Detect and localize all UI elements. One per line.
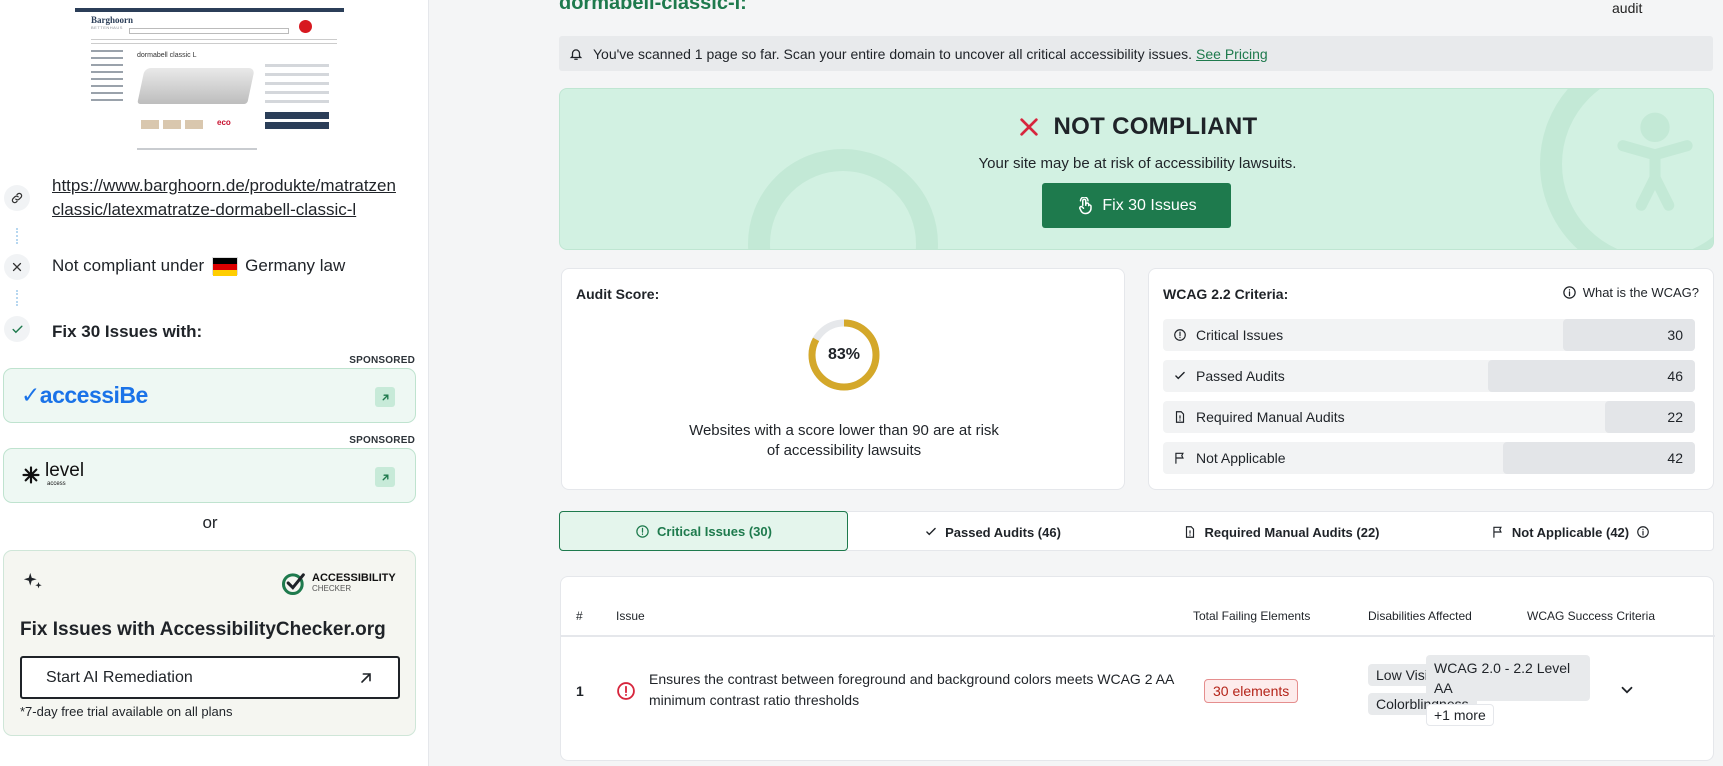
audited-url-link[interactable]: https://www.barghoorn.de/produkte/matrat…: [52, 174, 396, 222]
fix-with-heading: Fix 30 Issues with:: [52, 322, 203, 341]
criteria-row-not-applicable: Not Applicable 42: [1163, 442, 1695, 474]
flag-icon: [1493, 526, 1502, 538]
col-header-issue: Issue: [616, 609, 645, 623]
audit-score-card: Audit Score: 83% Websites with a score l…: [561, 268, 1125, 490]
page-title: dormabell-classic-l:: [559, 0, 747, 14]
fix-issues-button[interactable]: Fix 30 Issues: [1042, 183, 1231, 228]
sponsor-level-access[interactable]: level access: [3, 448, 416, 503]
criteria-row-critical: Critical Issues 30: [1163, 319, 1695, 351]
col-header-disabilities: Disabilities Affected: [1368, 609, 1472, 623]
col-header-wcag: WCAG Success Criteria: [1527, 609, 1656, 623]
tab-not-applicable[interactable]: Not Applicable (42): [1426, 512, 1715, 552]
external-link-icon[interactable]: [375, 387, 395, 407]
thumbnail-product-title: dormabell classic L: [137, 52, 197, 59]
ac-card-title: Fix Issues with AccessibilityChecker.org: [20, 619, 386, 640]
fix-issues-label: Fix 30 Issues: [1102, 196, 1197, 214]
or-separator: or: [202, 513, 218, 532]
thumbnail-brand-sub: BETTENHAUS: [91, 25, 123, 30]
document-icon: [1175, 411, 1185, 423]
alert-circle-icon: [636, 524, 649, 538]
wcag-criteria-card: WCAG 2.2 Criteria: What is the WCAG? Cri…: [1148, 268, 1714, 490]
tab-passed-audits[interactable]: Passed Audits (46): [848, 512, 1137, 552]
criteria-row-manual: Required Manual Audits 22: [1163, 401, 1695, 433]
top-right-label: audit: [1612, 0, 1643, 16]
see-pricing-link[interactable]: See Pricing: [1196, 46, 1268, 62]
page-screenshot-thumbnail: Barghoorn BETTENHAUS dormabell classic L…: [75, 8, 344, 160]
criteria-row-passed: Passed Audits 46: [1163, 360, 1695, 392]
col-header-number: #: [576, 609, 583, 623]
results-tabs: Critical Issues (30) Passed Audits (46) …: [559, 511, 1714, 551]
row-number: 1: [576, 683, 584, 699]
close-icon: [4, 254, 30, 280]
compliance-prefix: Not compliant under: [52, 256, 205, 275]
info-icon: [1562, 286, 1576, 299]
thumbnail-eco-label: eco: [217, 118, 231, 127]
sponsor-accessibe[interactable]: ✓accessiBe: [3, 368, 416, 423]
accessibe-logo: ✓accessiBe: [21, 382, 148, 408]
url-line-2: classic/latexmatratze-dormabell-classic-…: [52, 200, 357, 219]
status-title: NOT COMPLIANT: [1053, 113, 1258, 140]
scan-notice: You've scanned 1 page so far. Scan your …: [559, 36, 1713, 71]
link-icon: [4, 185, 30, 211]
sparkle-icon: [22, 571, 44, 598]
sponsored-label: SPONSORED: [349, 355, 415, 366]
check-icon: [4, 316, 30, 342]
tab-required-manual-audits[interactable]: Required Manual Audits (22): [1137, 512, 1426, 552]
alert-circle-icon: [1174, 329, 1186, 341]
touch-hand-icon: [1079, 196, 1093, 214]
germany-flag-icon: [212, 257, 239, 276]
col-header-failing: Total Failing Elements: [1193, 609, 1311, 623]
audit-score-title: Audit Score:: [576, 286, 660, 302]
wcag-criteria-tag: WCAG 2.0 - 2.2 Level AA: [1426, 655, 1590, 701]
compliance-status: Not compliant under Germany law: [52, 256, 345, 276]
notice-text: You've scanned 1 page so far. Scan your …: [593, 45, 1193, 62]
status-subtitle: Your site may be at risk of accessibilit…: [978, 155, 1297, 172]
what-is-wcag-link[interactable]: What is the WCAG?: [1562, 285, 1699, 300]
compliance-banner: NOT COMPLIANT Your site may be at risk o…: [559, 88, 1714, 250]
law-label: Germany law: [245, 256, 346, 275]
thumbnail-brand: Barghoorn: [91, 15, 134, 25]
main-content: dormabell-classic-l: audit You've scanne…: [430, 0, 1723, 766]
sponsored-label: SPONSORED: [349, 435, 415, 446]
audit-score-value: 83%: [827, 346, 861, 363]
bell-icon: [569, 47, 583, 61]
document-icon: [1186, 526, 1195, 538]
accessibility-checker-logo: ACCESSIBILITY CHECKER: [280, 569, 396, 597]
check-icon: [926, 527, 936, 536]
info-icon[interactable]: [1636, 525, 1650, 539]
free-trial-note: *7-day free trial available on all plans: [20, 704, 233, 719]
critical-alert-icon: [616, 681, 636, 706]
check-icon: [1175, 371, 1185, 380]
issue-description: Ensures the contrast between foreground …: [649, 671, 1174, 708]
wcag-criteria-title: WCAG 2.2 Criteria:: [1163, 286, 1289, 302]
start-ai-remediation-label: Start AI Remediation: [46, 668, 193, 686]
failing-elements-badge: 30 elements: [1204, 679, 1299, 703]
external-link-icon[interactable]: [375, 467, 395, 487]
start-ai-remediation-button[interactable]: Start AI Remediation: [20, 656, 400, 699]
tab-critical-issues[interactable]: Critical Issues (30): [559, 511, 848, 551]
flag-icon: [1175, 452, 1184, 464]
level-access-logo: level access: [21, 461, 84, 487]
fail-x-icon: [1019, 118, 1038, 136]
more-criteria-button[interactable]: +1 more: [1426, 704, 1494, 726]
accessibility-checker-card: ACCESSIBILITY CHECKER Fix Issues with Ac…: [3, 550, 416, 736]
url-line-1: https://www.barghoorn.de/produkte/matrat…: [52, 176, 396, 195]
issues-table: # Issue Total Failing Elements Disabilit…: [560, 576, 1715, 761]
score-note: Websites with a score lower than 90 are …: [689, 422, 999, 459]
chevron-down-icon[interactable]: [1618, 681, 1636, 704]
arrow-up-right-icon: [361, 672, 371, 683]
sidebar: Barghoorn BETTENHAUS dormabell classic L…: [0, 0, 429, 766]
